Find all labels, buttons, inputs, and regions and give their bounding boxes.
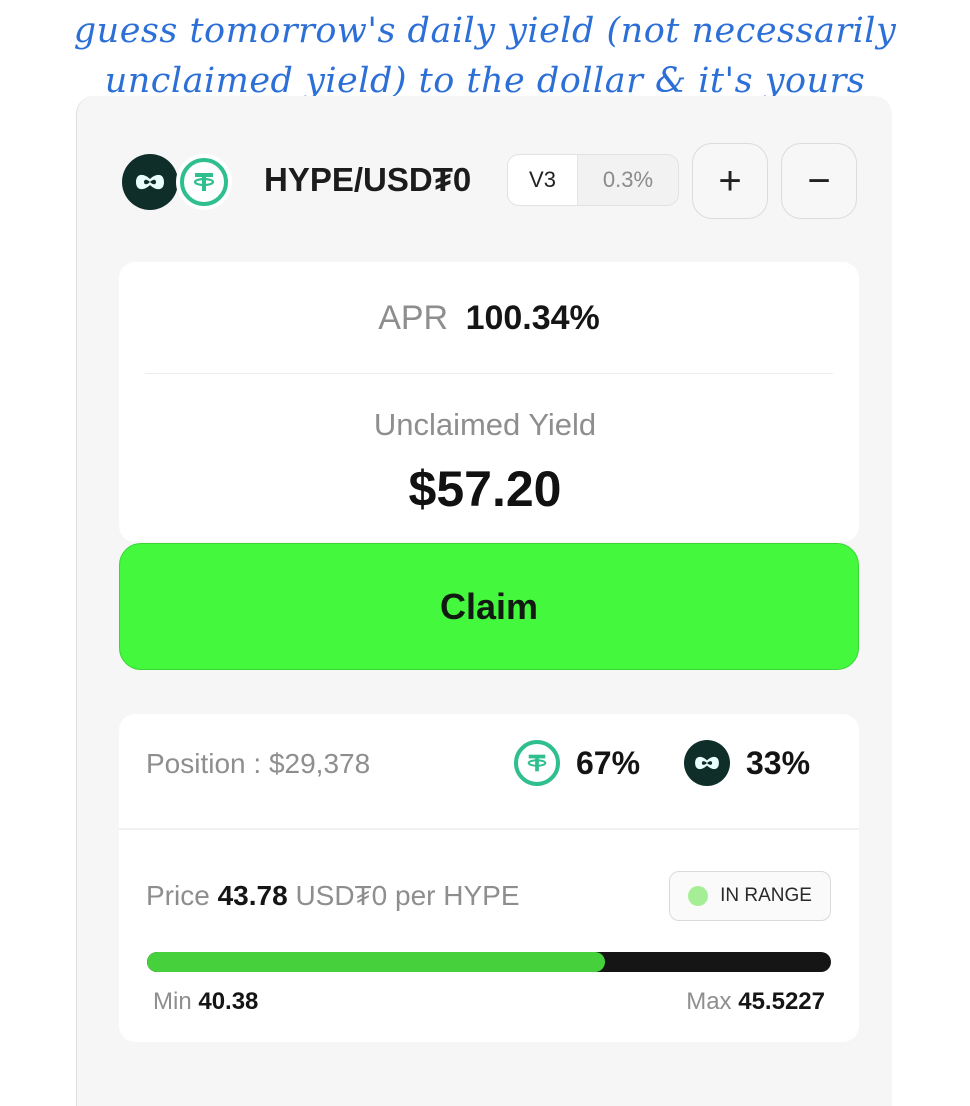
range-max: Max 45.5227: [686, 984, 825, 1020]
divider: [145, 373, 833, 374]
position-card: Position : $29,378 67% 33% Price 43.78 U…: [119, 714, 859, 1042]
status-label: IN RANGE: [720, 885, 812, 906]
usdt0-share: 67%: [514, 740, 640, 786]
claim-button[interactable]: Claim: [119, 543, 859, 670]
caption-line-1: guess tomorrow's daily yield (not necess…: [73, 11, 897, 51]
apr-value: 100.34%: [465, 299, 600, 337]
remove-liquidity-button[interactable]: −: [781, 143, 857, 219]
hype-share: 33%: [684, 740, 810, 786]
hype-share-percent: 33%: [746, 744, 811, 781]
in-range-status-badge: IN RANGE: [669, 871, 831, 921]
price-suffix: USD₮0 per HYPE: [295, 880, 520, 911]
usdt0-share-percent: 67%: [576, 744, 641, 781]
current-price: Price 43.78 USD₮0 per HYPE: [146, 876, 520, 916]
apr-row: APR 100.34%: [119, 292, 859, 344]
unclaimed-yield-value: $57.20: [408, 461, 562, 517]
fee-tier-badge: 0.3%: [602, 167, 654, 192]
pool-version-fee-badge: V3 0.3%: [507, 154, 679, 206]
apr-label: APR: [378, 299, 449, 337]
hype-logo-icon: [122, 154, 178, 210]
range-min: Min 40.38: [153, 984, 258, 1020]
unclaimed-yield-label: Unclaimed Yield: [373, 407, 597, 442]
max-label: Max: [686, 988, 732, 1015]
status-dot-icon: [688, 886, 709, 906]
add-liquidity-button[interactable]: +: [692, 143, 768, 219]
meme-caption: guess tomorrow's daily yield (not necess…: [0, 6, 970, 106]
minus-icon: −: [807, 158, 831, 203]
plus-icon: +: [718, 158, 742, 203]
divider: [119, 828, 859, 830]
hype-logo-icon: [684, 740, 730, 786]
position-value: Position : $29,378: [146, 748, 371, 779]
min-value: 40.38: [198, 988, 259, 1015]
max-value: 45.5227: [738, 988, 825, 1015]
usdt0-logo-icon: [176, 154, 232, 210]
price-prefix: Price: [146, 880, 210, 911]
price-range-bar: [147, 952, 831, 972]
pool-pair-name: HYPE/USD₮0: [264, 161, 472, 198]
version-badge: V3: [508, 155, 578, 205]
price-value: 43.78: [217, 880, 288, 911]
price-range-fill: [147, 952, 606, 972]
usdt0-logo-icon: [514, 740, 560, 786]
min-label: Min: [153, 988, 192, 1015]
token-pair-icons: [122, 154, 236, 210]
